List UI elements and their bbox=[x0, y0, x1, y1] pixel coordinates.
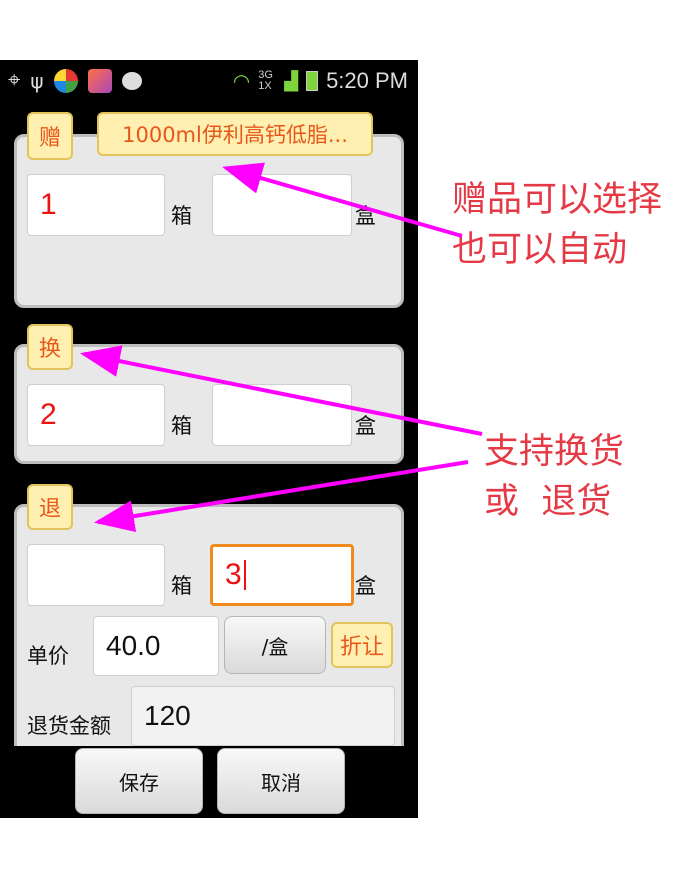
gift-product-selector[interactable]: 1000ml伊利高钙低脂... bbox=[97, 112, 373, 156]
exchange-box-qty-input[interactable]: 2 bbox=[27, 384, 165, 446]
price-input[interactable]: 40.0 bbox=[93, 616, 219, 676]
status-bar: ⌖ ψ ◠ 3G 1X ▟ 5:20 PM bbox=[0, 60, 418, 102]
text-caret bbox=[243, 560, 246, 590]
gift-box-unit: 箱 bbox=[171, 204, 192, 228]
network-type: 3G 1X bbox=[258, 69, 273, 92]
annotation-exchange-line1: 支持换货 bbox=[484, 432, 625, 472]
refund-piece-qty-input[interactable]: 3 bbox=[210, 544, 354, 606]
price-label: 单价 bbox=[27, 644, 69, 668]
status-right: ◠ 3G 1X ▟ 5:20 PM bbox=[233, 68, 408, 94]
status-left-icons: ⌖ ψ bbox=[8, 68, 142, 93]
gift-piece-qty-input[interactable] bbox=[212, 174, 352, 236]
wechat-icon bbox=[121, 71, 142, 90]
gift-tag[interactable]: 赠 bbox=[27, 112, 73, 160]
usb-icon: ψ bbox=[30, 68, 44, 93]
exchange-box-unit: 箱 bbox=[171, 414, 192, 438]
annotation-exchange-line2: 或 退货 bbox=[484, 482, 612, 522]
cancel-button[interactable]: 取消 bbox=[217, 748, 345, 814]
discount-button[interactable]: 折让 bbox=[331, 622, 393, 668]
refund-tag[interactable]: 退 bbox=[27, 484, 73, 530]
app-icon-1 bbox=[53, 68, 78, 93]
phone-screen: ⌖ ψ ◠ 3G 1X ▟ 5:20 PM 赠 1000ml伊利高钙低脂... … bbox=[0, 60, 418, 818]
refund-amount-label: 退货金额 bbox=[27, 714, 111, 738]
refund-piece-qty-value: 3 bbox=[225, 558, 242, 591]
save-button[interactable]: 保存 bbox=[75, 748, 203, 814]
annotation-gift-line2: 也可以自动 bbox=[452, 230, 628, 270]
app-icon-2 bbox=[87, 68, 112, 93]
gps-icon: ⌖ bbox=[8, 68, 21, 93]
annotation-gift-line1: 赠品可以选择 bbox=[452, 180, 663, 220]
footer-bar bbox=[0, 746, 418, 818]
wifi-icon: ◠ bbox=[232, 70, 251, 93]
gift-piece-unit: 盒 bbox=[355, 204, 376, 228]
refund-box-unit: 箱 bbox=[171, 574, 192, 598]
clock: 5:20 PM bbox=[326, 68, 408, 93]
gift-box-qty-input[interactable]: 1 bbox=[27, 174, 165, 236]
battery-icon bbox=[306, 71, 319, 91]
unit-toggle-button[interactable]: /盒 bbox=[224, 616, 326, 674]
exchange-piece-qty-input[interactable] bbox=[212, 384, 352, 446]
refund-amount-field: 120 bbox=[131, 686, 395, 746]
exchange-piece-unit: 盒 bbox=[355, 414, 376, 438]
exchange-tag[interactable]: 换 bbox=[27, 324, 73, 370]
refund-piece-unit: 盒 bbox=[355, 574, 376, 598]
refund-box-qty-input[interactable] bbox=[27, 544, 165, 606]
signal-icon: ▟ bbox=[284, 70, 299, 91]
